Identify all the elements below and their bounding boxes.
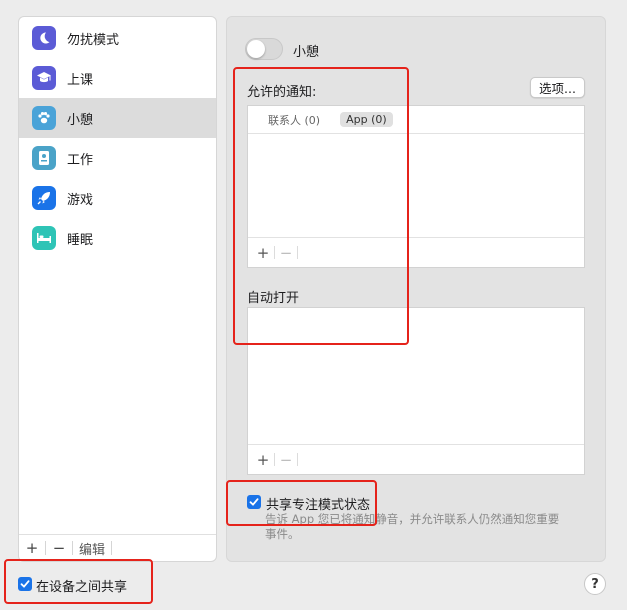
divider (111, 541, 113, 555)
badge-icon (32, 146, 56, 170)
sidebar-item-label: 睡眠 (67, 232, 94, 248)
options-button[interactable]: 选项... (530, 77, 585, 98)
divider (297, 453, 298, 466)
add-button[interactable]: + (252, 451, 274, 469)
sidebar-item-label: 勿扰模式 (67, 32, 120, 48)
rocket-icon (32, 186, 56, 210)
sidebar-item-do-not-disturb[interactable]: 勿扰模式 (19, 18, 216, 58)
help-button[interactable]: ? (584, 573, 606, 595)
sidebar-item-break[interactable]: 小憩 (19, 98, 216, 138)
list-footer: + − (248, 444, 584, 474)
highlight-box (233, 67, 409, 345)
sidebar-item-work[interactable]: 工作 (19, 138, 216, 178)
highlight-box (4, 559, 153, 604)
toggle-knob (247, 40, 265, 58)
add-focus-button[interactable]: + (19, 539, 45, 557)
sidebar-item-label: 小憩 (67, 112, 94, 128)
moon-icon (32, 26, 56, 50)
edit-button[interactable]: 编辑 (73, 539, 105, 558)
sidebar-footer: + − 编辑 (19, 534, 216, 561)
focus-list: 勿扰模式 上课 小憩 工作 游戏 睡眠 + − 编辑 (18, 16, 217, 562)
paw-icon (32, 106, 56, 130)
bed-icon (32, 226, 56, 250)
sidebar-item-label: 上课 (67, 72, 94, 88)
graduation-cap-icon (32, 66, 56, 90)
sidebar-item-gaming[interactable]: 游戏 (19, 178, 216, 218)
remove-focus-button[interactable]: − (46, 539, 72, 557)
sidebar-item-label: 工作 (67, 152, 94, 168)
focus-toggle[interactable] (245, 38, 283, 60)
sidebar-item-sleep[interactable]: 睡眠 (19, 218, 216, 258)
sidebar-item-class[interactable]: 上课 (19, 58, 216, 98)
focus-name-label: 小憩 (293, 45, 320, 60)
sidebar-item-label: 游戏 (67, 192, 94, 208)
highlight-box (226, 480, 377, 526)
remove-button[interactable]: − (275, 451, 297, 469)
